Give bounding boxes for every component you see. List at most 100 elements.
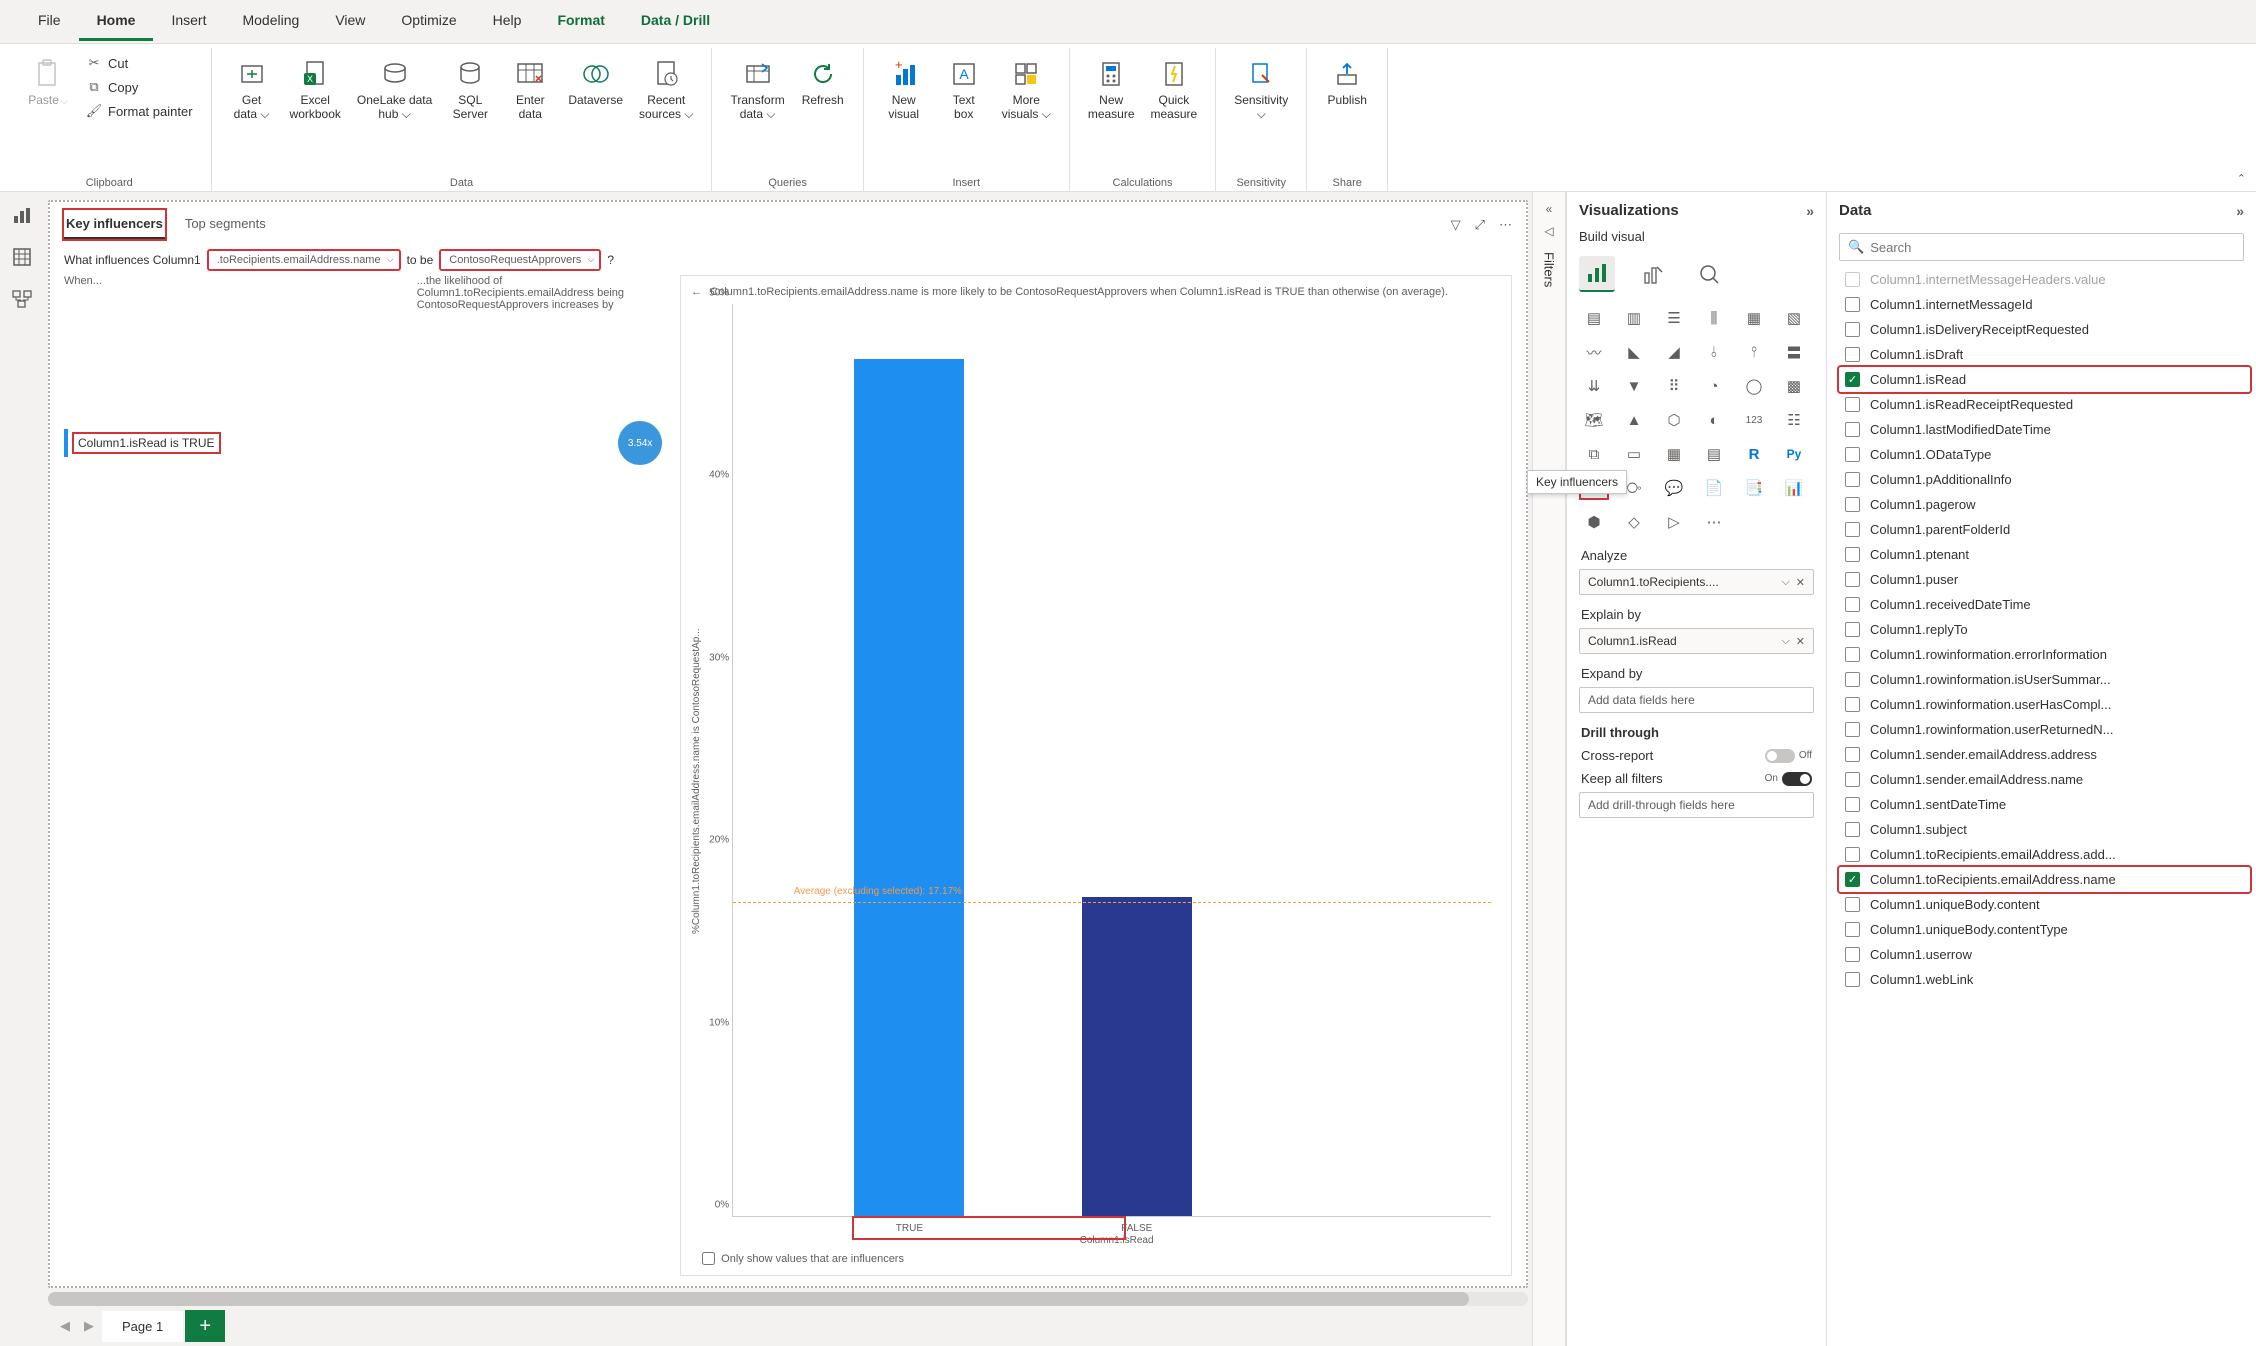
viz-powerapps-icon[interactable]: ◇ xyxy=(1621,512,1647,532)
data-view-button[interactable] xyxy=(11,246,33,268)
collapse-viz-pane-button[interactable]: » xyxy=(1806,203,1814,219)
field-item[interactable]: Column1.sender.emailAddress.name xyxy=(1839,767,2250,792)
explain-by-well[interactable]: Column1.isRead⌵✕ xyxy=(1579,628,1814,654)
tab-modeling[interactable]: Modeling xyxy=(224,2,317,41)
tab-data-drill[interactable]: Data / Drill xyxy=(623,2,728,41)
prev-page-button[interactable]: ◀ xyxy=(54,1318,76,1334)
field-item[interactable]: Column1.userrow xyxy=(1839,942,2250,967)
analyze-well[interactable]: Column1.toRecipients....⌵✕ xyxy=(1579,569,1814,595)
field-item[interactable]: Column1.lastModifiedDateTime xyxy=(1839,417,2250,442)
build-visual-mode[interactable] xyxy=(1579,256,1615,292)
viz-scatter-icon[interactable]: ⠿ xyxy=(1661,376,1687,396)
cross-report-toggle[interactable] xyxy=(1765,749,1795,763)
viz-card-icon[interactable]: 123 xyxy=(1741,410,1767,430)
viz-slicer-icon[interactable]: ▭ xyxy=(1621,444,1647,464)
field-checkbox[interactable] xyxy=(1845,322,1860,337)
viz-100-stacked-column-icon[interactable]: ▧ xyxy=(1781,308,1807,328)
viz-get-more-icon[interactable]: ⋯ xyxy=(1701,512,1727,532)
viz-treemap-icon[interactable]: ▩ xyxy=(1781,376,1807,396)
field-checkbox[interactable] xyxy=(1845,747,1860,762)
explain-menu-icon[interactable]: ⌵ xyxy=(1781,635,1789,648)
tab-home[interactable]: Home xyxy=(79,2,154,41)
viz-map-icon[interactable]: 🗺 xyxy=(1581,410,1607,430)
collapse-data-pane-button[interactable]: » xyxy=(2236,203,2244,219)
tab-optimize[interactable]: Optimize xyxy=(383,2,474,41)
text-box-button[interactable]: AText box xyxy=(936,52,992,124)
tab-insert[interactable]: Insert xyxy=(153,2,224,41)
sql-server-button[interactable]: SQL Server xyxy=(442,52,498,124)
analyze-remove-icon[interactable]: ✕ xyxy=(1796,576,1805,589)
viz-py-icon[interactable]: Py xyxy=(1781,444,1807,464)
get-data-button[interactable]: Get data ⌵ xyxy=(224,52,280,124)
viz-powerautomate-icon[interactable]: ▷ xyxy=(1661,512,1687,532)
viz-donut-icon[interactable]: ◯ xyxy=(1741,376,1767,396)
field-item[interactable]: Column1.uniqueBody.content xyxy=(1839,892,2250,917)
field-checkbox[interactable] xyxy=(1845,547,1860,562)
field-item[interactable]: Column1.rowinformation.errorInformation xyxy=(1839,642,2250,667)
new-visual-button[interactable]: +New visual xyxy=(876,52,932,124)
viz-clustered-bar-icon[interactable]: ☰ xyxy=(1661,308,1687,328)
field-checkbox[interactable] xyxy=(1845,572,1860,587)
search-input[interactable] xyxy=(1870,240,2235,255)
field-item[interactable]: Column1.isDraft xyxy=(1839,342,2250,367)
sensitivity-button[interactable]: Sensitivity ⌵ xyxy=(1228,52,1294,124)
viz-stacked-bar-icon[interactable]: ▤ xyxy=(1581,308,1607,328)
field-item[interactable]: Column1.internetMessageId xyxy=(1839,292,2250,317)
publish-button[interactable]: Publish xyxy=(1319,52,1375,124)
viz-smart-narrative-icon[interactable]: 📄 xyxy=(1701,478,1727,498)
field-search[interactable]: 🔍 xyxy=(1839,233,2244,261)
field-checkbox[interactable] xyxy=(1845,397,1860,412)
viz-arcgis-icon[interactable]: ⬢ xyxy=(1581,512,1607,532)
analytics-mode[interactable] xyxy=(1691,256,1727,292)
filter-icon[interactable]: ▽ xyxy=(1451,217,1461,233)
cut-button[interactable]: ✂Cut xyxy=(80,52,199,74)
field-item[interactable]: Column1.isReadReceiptRequested xyxy=(1839,392,2250,417)
field-item[interactable]: Column1.pagerow xyxy=(1839,492,2250,517)
field-checkbox[interactable] xyxy=(1845,822,1860,837)
viz-waterfall-icon[interactable]: ⇊ xyxy=(1581,376,1607,396)
viz-r-icon[interactable]: R xyxy=(1741,444,1767,464)
field-checkbox[interactable] xyxy=(1845,847,1860,862)
viz-stacked-column-icon[interactable]: ▥ xyxy=(1621,308,1647,328)
key-influencers-tab[interactable]: Key influencers xyxy=(64,210,165,239)
viz-multi-row-card-icon[interactable]: ☷ xyxy=(1781,410,1807,430)
tab-help[interactable]: Help xyxy=(475,2,540,41)
keep-filters-toggle[interactable] xyxy=(1782,772,1812,786)
viz-stacked-area-icon[interactable]: ◢ xyxy=(1661,342,1687,362)
field-item[interactable]: Column1.toRecipients.emailAddress.add... xyxy=(1839,842,2250,867)
field-checkbox[interactable] xyxy=(1845,722,1860,737)
field-item[interactable]: Column1.receivedDateTime xyxy=(1839,592,2250,617)
field-checkbox[interactable] xyxy=(1845,522,1860,537)
back-icon[interactable]: ← xyxy=(691,286,702,298)
field-item[interactable]: Column1.rowinformation.userHasCompl... xyxy=(1839,692,2250,717)
field-item[interactable]: Column1.sentDateTime xyxy=(1839,792,2250,817)
add-page-button[interactable]: + xyxy=(185,1310,225,1342)
field-item[interactable]: Column1.replyTo xyxy=(1839,617,2250,642)
field-checkbox[interactable] xyxy=(1845,947,1860,962)
field-checkbox[interactable] xyxy=(1845,697,1860,712)
paste-button[interactable]: Paste⌵ xyxy=(20,52,76,124)
field-checkbox[interactable] xyxy=(1845,897,1860,912)
field-checkbox[interactable] xyxy=(1845,472,1860,487)
tab-view[interactable]: View xyxy=(317,2,383,41)
onelake-button[interactable]: OneLake data hub ⌵ xyxy=(351,52,438,124)
viz-line-stacked-icon[interactable]: ⫰ xyxy=(1701,342,1727,362)
field-checkbox[interactable] xyxy=(1845,297,1860,312)
field-item[interactable]: Column1.internetMessageHeaders.value xyxy=(1839,267,2250,292)
field-checkbox[interactable] xyxy=(1845,772,1860,787)
transform-data-button[interactable]: Transform data ⌵ xyxy=(724,52,790,124)
field-checkbox[interactable]: ✓ xyxy=(1845,872,1860,887)
focus-icon[interactable]: ⤢ xyxy=(1475,217,1485,233)
tab-file[interactable]: File xyxy=(20,2,79,41)
field-checkbox[interactable] xyxy=(1845,447,1860,462)
recent-sources-button[interactable]: Recent sources ⌵ xyxy=(633,52,699,124)
field-checkbox[interactable] xyxy=(1845,497,1860,512)
influence-bubble[interactable]: 3.54x xyxy=(618,421,662,465)
field-item[interactable]: Column1.uniqueBody.contentType xyxy=(1839,917,2250,942)
viz-area-icon[interactable]: ◣ xyxy=(1621,342,1647,362)
field-checkbox[interactable] xyxy=(1845,622,1860,637)
viz-qa-icon[interactable]: 💬 xyxy=(1661,478,1687,498)
viz-azure-map-icon[interactable]: ⬡ xyxy=(1661,410,1687,430)
more-visuals-button[interactable]: More visuals ⌵ xyxy=(996,52,1057,124)
field-item[interactable]: Column1.ptenant xyxy=(1839,542,2250,567)
